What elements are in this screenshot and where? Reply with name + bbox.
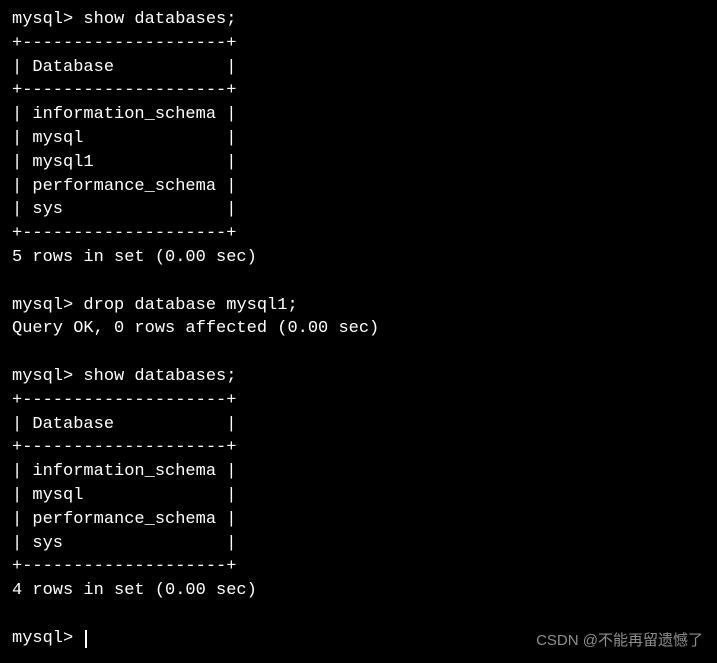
table1-border-mid: +--------------------+ <box>12 79 705 103</box>
command-drop-database: drop database mysql1; <box>83 296 297 315</box>
mysql-prompt: mysql> <box>12 296 83 315</box>
table2-row: | sys | <box>12 532 705 556</box>
prompt-line-1: mysql> show databases; <box>12 8 705 32</box>
mysql-prompt: mysql> <box>12 629 83 648</box>
blank-line <box>12 603 705 627</box>
cursor-icon <box>85 630 87 648</box>
table2-border-mid: +--------------------+ <box>12 436 705 460</box>
table2-row: | information_schema | <box>12 460 705 484</box>
table2-row: | performance_schema | <box>12 508 705 532</box>
watermark-text: CSDN @不能再留遗憾了 <box>536 630 703 651</box>
table1-row: | information_schema | <box>12 103 705 127</box>
table1-border-top: +--------------------+ <box>12 32 705 56</box>
table1-row: | performance_schema | <box>12 175 705 199</box>
mysql-prompt: mysql> <box>12 367 83 386</box>
table1-border-bot: +--------------------+ <box>12 222 705 246</box>
mysql-prompt: mysql> <box>12 10 83 29</box>
table1-footer: 5 rows in set (0.00 sec) <box>12 246 705 270</box>
table1-row: | sys | <box>12 198 705 222</box>
blank-line <box>12 341 705 365</box>
table2-header: | Database | <box>12 413 705 437</box>
drop-result: Query OK, 0 rows affected (0.00 sec) <box>12 317 705 341</box>
blank-line <box>12 270 705 294</box>
table1-row: | mysql | <box>12 127 705 151</box>
table2-row: | mysql | <box>12 484 705 508</box>
table2-border-bot: +--------------------+ <box>12 555 705 579</box>
table1-row: | mysql1 | <box>12 151 705 175</box>
prompt-line-2: mysql> drop database mysql1; <box>12 294 705 318</box>
command-show-databases-2: show databases; <box>83 367 236 386</box>
prompt-line-3: mysql> show databases; <box>12 365 705 389</box>
table2-footer: 4 rows in set (0.00 sec) <box>12 579 705 603</box>
table2-border-top: +--------------------+ <box>12 389 705 413</box>
command-show-databases-1: show databases; <box>83 10 236 29</box>
table1-header: | Database | <box>12 56 705 80</box>
